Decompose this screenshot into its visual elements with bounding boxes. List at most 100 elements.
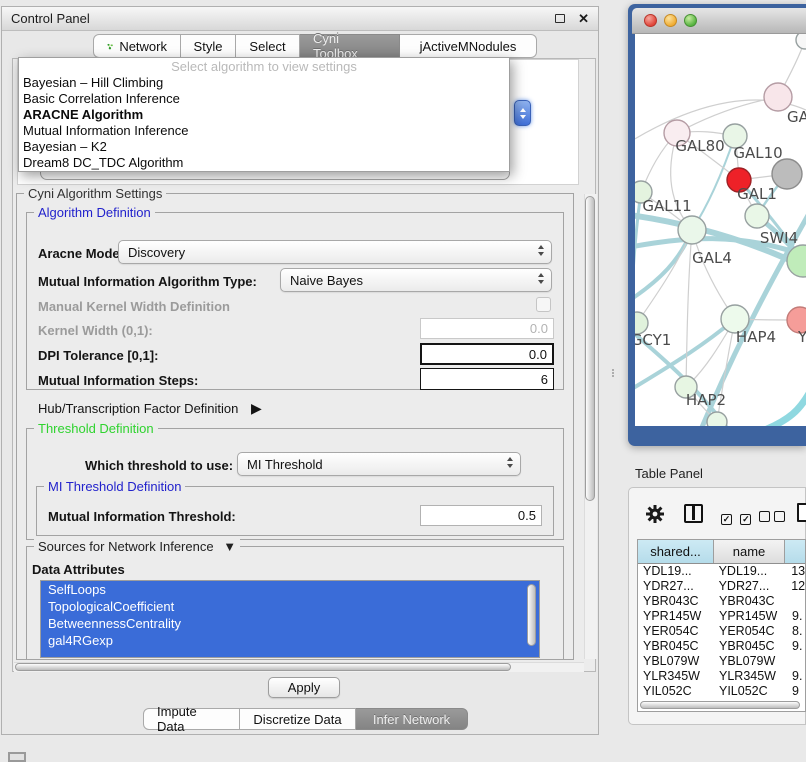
hub-definition-expander[interactable]: Hub/Transcription Factor Definition ▶ bbox=[38, 400, 262, 417]
docked-panel-icon[interactable] bbox=[8, 752, 26, 762]
tab-impute-data[interactable]: Impute Data bbox=[143, 708, 240, 730]
column-header-extra[interactable] bbox=[785, 540, 805, 563]
document-icon[interactable] bbox=[797, 503, 806, 522]
list-item-selfloops[interactable]: SelfLoops bbox=[41, 581, 539, 598]
table-row[interactable]: YER054CYER054C8. bbox=[638, 624, 805, 639]
node-gal4[interactable] bbox=[678, 216, 706, 244]
table-header-row: shared... name bbox=[638, 540, 805, 564]
tab-style[interactable]: Style bbox=[181, 34, 236, 58]
algorithm-dropdown-popup: Select algorithm to view settings Bayesi… bbox=[18, 57, 510, 172]
node-label: GAL4 bbox=[692, 249, 732, 267]
control-panel-title: Control Panel bbox=[11, 11, 90, 26]
node-bottom[interactable] bbox=[707, 412, 727, 426]
column-layout-icon[interactable] bbox=[684, 504, 703, 523]
window-close-button[interactable] bbox=[644, 14, 657, 27]
which-threshold-select[interactable]: MI Threshold bbox=[237, 452, 521, 476]
collapse-arrow-icon: ▼ bbox=[223, 539, 236, 554]
table-row[interactable]: YIL052CYIL052C9 bbox=[638, 684, 805, 699]
table-row[interactable]: YDR27...YDR27...12 bbox=[638, 579, 805, 594]
table-row[interactable]: YPR145WYPR145W9. bbox=[638, 609, 805, 624]
splitter-grip[interactable] bbox=[610, 368, 615, 378]
sources-title[interactable]: Sources for Network Inference ▼ bbox=[34, 539, 240, 554]
kernel-width-label: Kernel Width (0,1): bbox=[38, 323, 153, 338]
manual-kernel-width-label: Manual Kernel Width Definition bbox=[38, 299, 230, 314]
network-canvas[interactable]: GAL GAL80 GAL10 GAL1 GAL11 SWI4 GAL4 GCY… bbox=[635, 34, 806, 426]
kernel-width-input[interactable]: 0.0 bbox=[420, 318, 554, 339]
algorithm-definition-title: Algorithm Definition bbox=[34, 205, 155, 220]
data-attributes-list: SelfLoops TopologicalCoefficient Between… bbox=[40, 580, 540, 658]
settings-hscrollbar-thumb[interactable] bbox=[15, 663, 511, 671]
table-row[interactable]: YBL079WYBL079W bbox=[638, 654, 805, 669]
node-label: GCY1 bbox=[635, 331, 671, 349]
mi-algorithm-type-select[interactable]: Naive Bayes bbox=[280, 268, 552, 292]
control-panel-tabbar: Network Style Select Cyni Toolbox jActiv… bbox=[93, 34, 537, 58]
table-row[interactable]: YDL19...YDL19...13 bbox=[638, 564, 805, 579]
settings-scrollbar-thumb[interactable] bbox=[585, 196, 595, 501]
table-hscrollbar-thumb[interactable] bbox=[640, 701, 800, 709]
combo-arrows-icon bbox=[538, 245, 544, 256]
tab-select[interactable]: Select bbox=[236, 34, 300, 58]
popup-hint: Select algorithm to view settings bbox=[19, 58, 509, 75]
attributes-scrollbar-thumb[interactable] bbox=[527, 584, 536, 646]
tab-discretize-data[interactable]: Discretize Data bbox=[240, 708, 356, 730]
popup-item-bayesian-hill-climbing[interactable]: Bayesian – Hill Climbing bbox=[19, 75, 509, 91]
threshold-definition-title: Threshold Definition bbox=[34, 421, 158, 436]
table-body: YDL19...YDL19...13 YDR27...YDR27...12 YB… bbox=[638, 564, 805, 699]
node-unlabeled[interactable] bbox=[796, 34, 806, 49]
popup-item-aracne[interactable]: ARACNE Algorithm bbox=[19, 107, 509, 123]
node-label: GAL1 bbox=[737, 185, 777, 203]
aracne-mode-label: Aracne Mode: bbox=[38, 246, 124, 261]
dpi-tolerance-label: DPI Tolerance [0,1]: bbox=[38, 348, 158, 363]
mi-algorithm-type-label: Mutual Information Algorithm Type: bbox=[38, 274, 257, 289]
expand-arrow-icon: ▶ bbox=[251, 400, 262, 416]
tab-network[interactable]: Network bbox=[93, 34, 181, 58]
mi-steps-label: Mutual Information Steps: bbox=[38, 373, 198, 388]
popup-item-mutual-information[interactable]: Mutual Information Inference bbox=[19, 123, 509, 139]
window-zoom-button[interactable] bbox=[684, 14, 697, 27]
which-threshold-label: Which threshold to use: bbox=[85, 458, 233, 473]
float-panel-icon[interactable] bbox=[555, 14, 565, 23]
node-label: GAL bbox=[787, 108, 806, 126]
network-window-titlebar[interactable] bbox=[632, 8, 806, 34]
popup-item-dream8[interactable]: Dream8 DC_TDC Algorithm bbox=[19, 155, 509, 171]
data-attributes-label: Data Attributes bbox=[32, 562, 125, 577]
node-label: GAL80 bbox=[675, 137, 724, 155]
network-icon bbox=[107, 40, 113, 53]
algorithm-combo-arrow-button[interactable] bbox=[514, 100, 531, 126]
node-label: HAP4 bbox=[736, 328, 776, 346]
table-row[interactable]: YLR345WYLR345W9. bbox=[638, 669, 805, 684]
table-row[interactable]: YBR043CYBR043C bbox=[638, 594, 805, 609]
node-label: Y bbox=[797, 328, 806, 346]
combo-arrows-icon bbox=[538, 273, 544, 284]
popup-item-basic-correlation[interactable]: Basic Correlation Inference bbox=[19, 91, 509, 107]
mi-steps-input[interactable]: 6 bbox=[420, 368, 554, 390]
tab-jactivemnodules[interactable]: jActiveMNodules bbox=[400, 34, 537, 58]
table-row[interactable]: YBR045CYBR045C9. bbox=[638, 639, 805, 654]
list-item-topologicalcoefficient[interactable]: TopologicalCoefficient bbox=[41, 598, 539, 615]
mi-threshold-input[interactable]: 0.5 bbox=[420, 505, 542, 526]
list-item-betweennesscentrality[interactable]: BetweennessCentrality bbox=[41, 615, 539, 632]
select-all-checkboxes-icon[interactable]: ✓ ✓ bbox=[721, 509, 751, 527]
aracne-mode-select[interactable]: Discovery bbox=[118, 240, 552, 264]
dpi-tolerance-input[interactable]: 0.0 bbox=[420, 343, 554, 365]
node-swi4[interactable] bbox=[745, 204, 769, 228]
list-item-gal4rgexp[interactable]: gal4RGexp bbox=[41, 632, 539, 649]
mi-threshold-definition-title: MI Threshold Definition bbox=[44, 479, 185, 494]
bottom-tabbar: Impute Data Discretize Data Infer Networ… bbox=[143, 708, 468, 730]
manual-kernel-width-checkbox[interactable] bbox=[536, 297, 551, 312]
popup-item-bayesian-k2[interactable]: Bayesian – K2 bbox=[19, 139, 509, 155]
gear-icon[interactable] bbox=[644, 503, 666, 525]
column-header-shared[interactable]: shared... bbox=[638, 540, 714, 563]
column-header-name[interactable]: name bbox=[714, 540, 785, 563]
tab-infer-network[interactable]: Infer Network bbox=[356, 708, 468, 730]
window-minimize-button[interactable] bbox=[664, 14, 677, 27]
node-label: GAL10 bbox=[733, 144, 782, 162]
node-gal-top[interactable] bbox=[764, 83, 792, 111]
apply-button[interactable]: Apply bbox=[268, 677, 340, 698]
node-label: GAL11 bbox=[642, 197, 691, 215]
close-panel-icon[interactable]: ✕ bbox=[578, 12, 589, 25]
tab-cyni-toolbox[interactable]: Cyni Toolbox bbox=[300, 34, 400, 58]
control-panel-titlebar: Control Panel ✕ bbox=[2, 7, 598, 31]
cyni-algorithm-settings-title: Cyni Algorithm Settings bbox=[24, 186, 166, 201]
deselect-checkboxes-icon[interactable] bbox=[759, 509, 785, 527]
